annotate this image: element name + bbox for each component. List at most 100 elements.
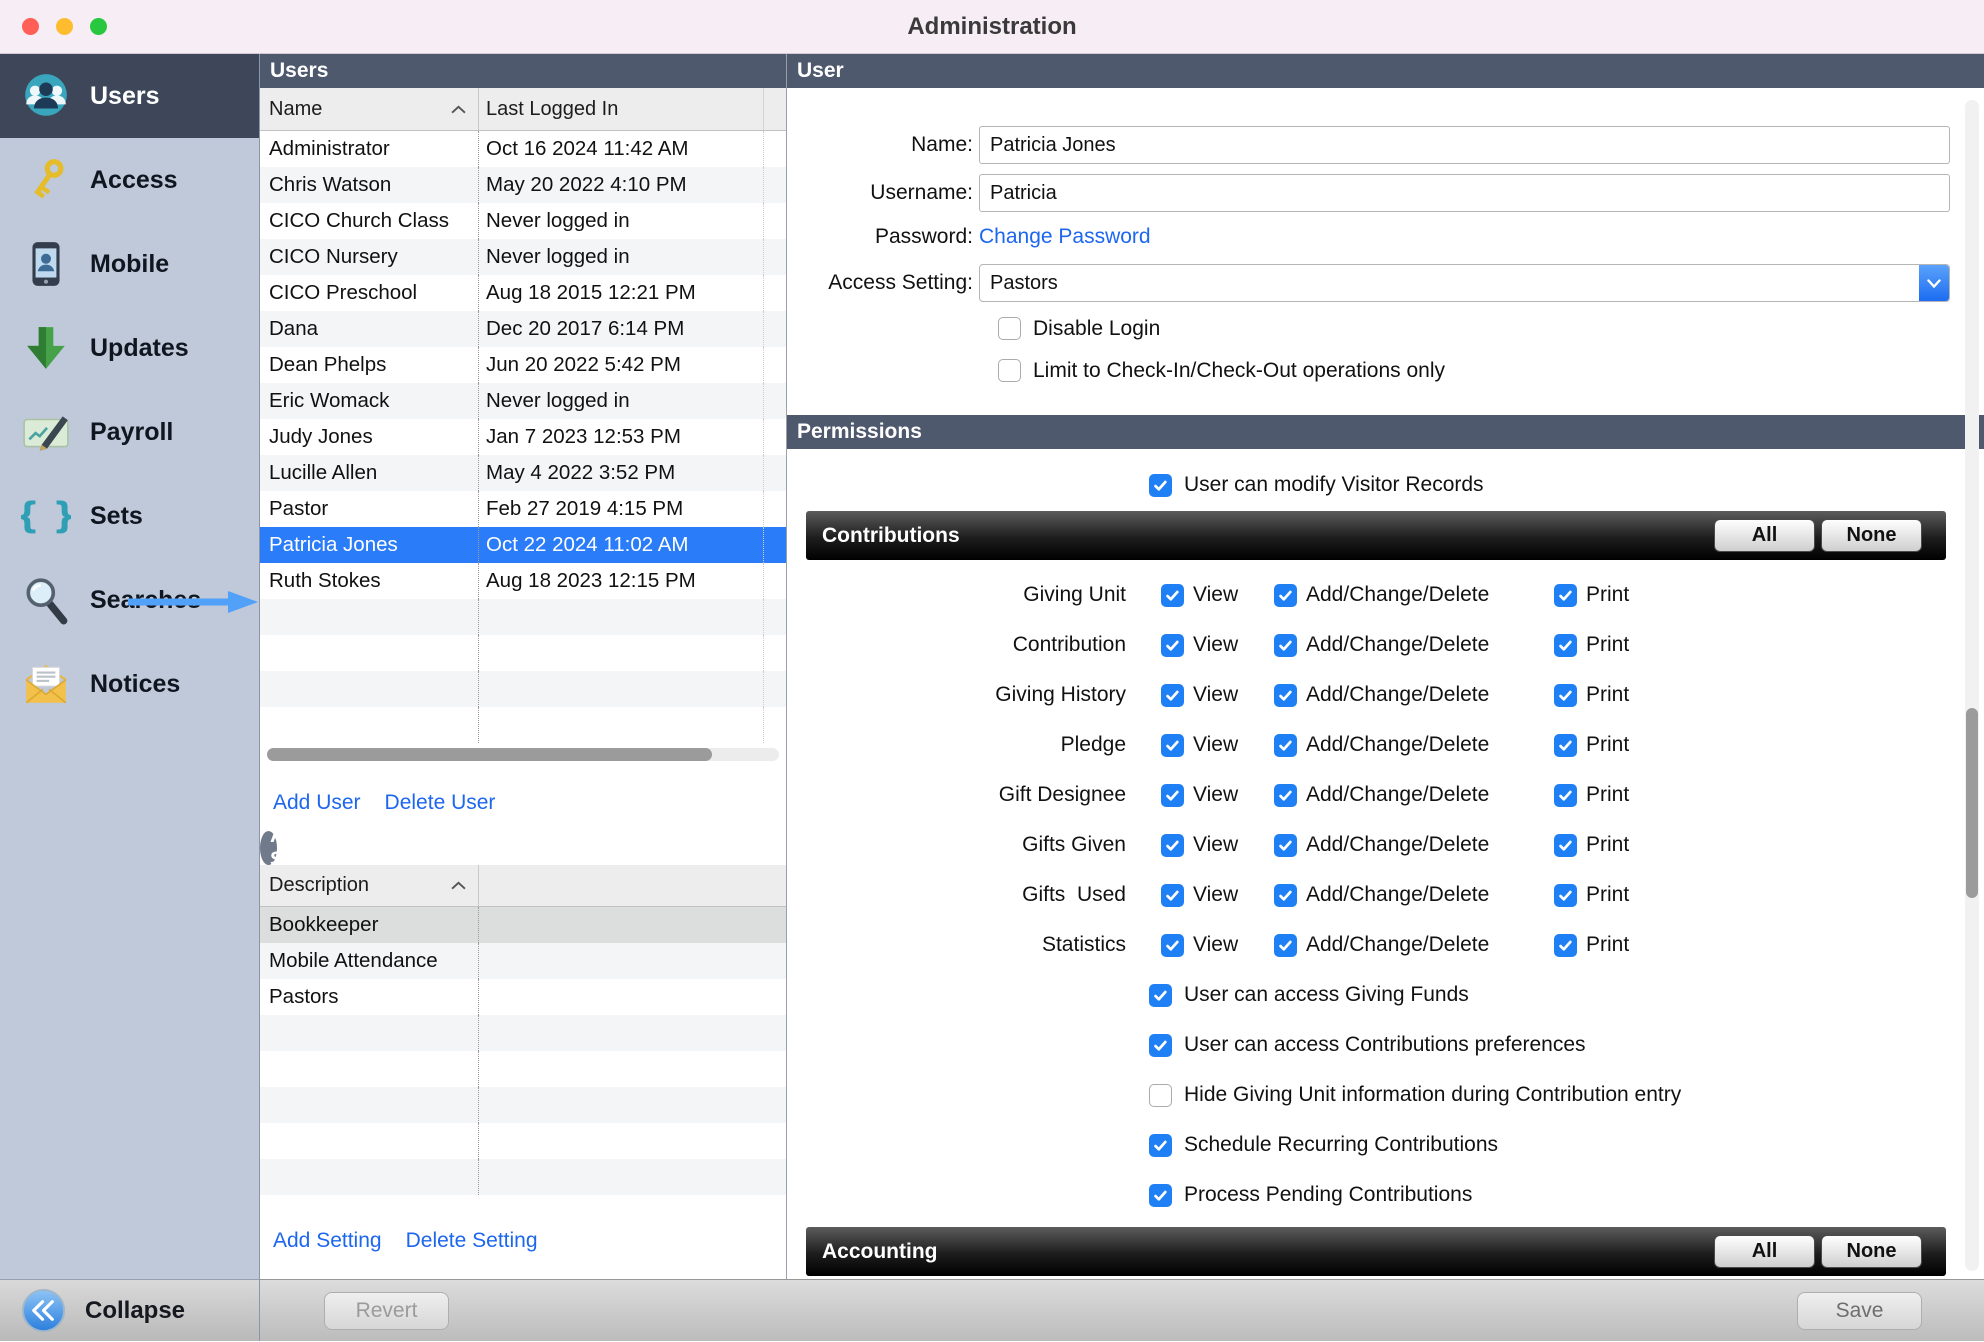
permission-checkbox[interactable] <box>1161 884 1184 907</box>
permission-checkbox[interactable] <box>1161 934 1184 957</box>
permission-checkbox[interactable] <box>1274 784 1297 807</box>
permission-row: Giving HistoryViewAdd/Change/DeletePrint <box>787 670 1984 720</box>
permission-checkbox[interactable] <box>1554 934 1577 957</box>
permission-checkbox[interactable] <box>1274 684 1297 707</box>
permission-checkbox[interactable] <box>1161 784 1184 807</box>
chevron-down-icon[interactable] <box>1919 265 1949 301</box>
name-field[interactable] <box>979 126 1950 164</box>
user-row[interactable]: Patricia JonesOct 22 2024 11:02 AM <box>260 527 786 563</box>
save-button[interactable]: Save <box>1797 1292 1922 1330</box>
sidebar-item-searches[interactable]: Searches <box>0 558 259 642</box>
checkbox-label: User can access Giving Funds <box>1184 983 1469 1007</box>
vertical-scrollbar-track[interactable] <box>1965 100 1979 1271</box>
permission-checkbox[interactable] <box>1554 684 1577 707</box>
column-header-name[interactable]: Name <box>260 88 478 130</box>
permission-checkbox[interactable] <box>1554 634 1577 657</box>
zoom-window-button[interactable] <box>90 18 107 35</box>
accounting-all-button[interactable]: All <box>1714 1235 1815 1268</box>
download-arrow-icon <box>18 320 74 376</box>
minimize-window-button[interactable] <box>56 18 73 35</box>
user-row[interactable]: AdministratorOct 16 2024 11:42 AM <box>260 131 786 167</box>
scrollbar-thumb[interactable] <box>267 748 712 761</box>
user-row[interactable]: CICO NurseryNever logged in <box>260 239 786 275</box>
sidebar-item-mobile[interactable]: Mobile <box>0 222 259 306</box>
checkbox[interactable] <box>1149 1184 1172 1207</box>
setting-row[interactable]: Bookkeeper <box>260 907 786 943</box>
delete-user-link[interactable]: Delete User <box>385 791 496 815</box>
permission-row: Giving UnitViewAdd/Change/DeletePrint <box>787 570 1984 620</box>
contributions-none-button[interactable]: None <box>1821 519 1922 552</box>
user-name-cell: CICO Preschool <box>260 275 478 311</box>
sidebar-item-notices[interactable]: Notices <box>0 642 259 726</box>
checkbox-label: User can modify Visitor Records <box>1184 473 1484 497</box>
permission-checkbox[interactable] <box>1554 734 1577 757</box>
permission-checkbox[interactable] <box>1554 784 1577 807</box>
add-setting-link[interactable]: Add Setting <box>273 1229 382 1253</box>
column-header-description[interactable]: Description <box>260 865 478 906</box>
column-header-name-label: Name <box>269 98 322 121</box>
user-row[interactable]: Judy JonesJan 7 2023 12:53 PM <box>260 419 786 455</box>
sidebar-item-users[interactable]: Users <box>0 54 259 138</box>
user-row[interactable]: Lucille AllenMay 4 2022 3:52 PM <box>260 455 786 491</box>
checkbox[interactable] <box>1149 1084 1172 1107</box>
permission-checkbox[interactable] <box>1274 584 1297 607</box>
setting-row[interactable]: Pastors <box>260 979 786 1015</box>
accounting-none-button[interactable]: None <box>1821 1235 1922 1268</box>
permission-checkbox[interactable] <box>1161 584 1184 607</box>
access-setting-select[interactable]: Pastors <box>979 264 1950 302</box>
permission-checkbox[interactable] <box>1161 684 1184 707</box>
permission-checkbox[interactable] <box>1161 734 1184 757</box>
checkbox[interactable] <box>1149 984 1172 1007</box>
revert-button[interactable]: Revert <box>324 1292 449 1330</box>
permission-row: PledgeViewAdd/Change/DeletePrint <box>787 720 1984 770</box>
user-row[interactable]: Dean PhelpsJun 20 2022 5:42 PM <box>260 347 786 383</box>
vertical-scrollbar-thumb[interactable] <box>1966 708 1978 898</box>
permission-checkbox[interactable] <box>1274 934 1297 957</box>
user-row[interactable]: PastorFeb 27 2019 4:15 PM <box>260 491 786 527</box>
username-field[interactable] <box>979 174 1950 212</box>
user-row[interactable]: Chris WatsonMay 20 2022 4:10 PM <box>260 167 786 203</box>
contributions-grid: Giving UnitViewAdd/Change/DeletePrintCon… <box>787 570 1984 970</box>
sidebar-item-payroll[interactable]: Payroll <box>0 390 259 474</box>
checkbox[interactable] <box>1149 1034 1172 1057</box>
column-header-last-logged-in[interactable]: Last Logged In <box>478 88 763 130</box>
permission-cell: Add/Change/Delete <box>1274 933 1554 957</box>
change-password-link[interactable]: Change Password <box>979 225 1151 249</box>
close-window-button[interactable] <box>22 18 39 35</box>
permission-checkbox[interactable] <box>1274 634 1297 657</box>
setting-row[interactable]: Mobile Attendance <box>260 943 786 979</box>
settings-actions: Add Setting Delete Setting <box>260 1195 786 1253</box>
permission-checkbox[interactable] <box>1274 834 1297 857</box>
user-panel-title: User <box>797 59 844 83</box>
permission-checkbox[interactable] <box>1554 834 1577 857</box>
add-user-link[interactable]: Add User <box>273 791 361 815</box>
user-row[interactable]: DanaDec 20 2017 6:14 PM <box>260 311 786 347</box>
permission-checkbox[interactable] <box>1161 634 1184 657</box>
username-row: Username: <box>787 174 1984 212</box>
user-row[interactable]: CICO Church ClassNever logged in <box>260 203 786 239</box>
contributions-all-button[interactable]: All <box>1714 519 1815 552</box>
permission-checkbox[interactable] <box>1161 834 1184 857</box>
permission-checkbox[interactable] <box>1554 584 1577 607</box>
visitor-records-checkbox[interactable] <box>1149 474 1172 497</box>
sidebar-item-updates[interactable]: Updates <box>0 306 259 390</box>
collapse-bar[interactable]: Collapse <box>0 1279 259 1341</box>
checkbox[interactable] <box>998 317 1021 340</box>
checkbox-label: View <box>1193 933 1238 957</box>
checkbox[interactable] <box>998 359 1021 382</box>
users-panel: Users Name Last Logged In AdministratorO… <box>260 54 787 1279</box>
scrollbar-track[interactable] <box>267 748 779 761</box>
permission-checkbox[interactable] <box>1554 884 1577 907</box>
sidebar-item-sets[interactable]: { } Sets <box>0 474 259 558</box>
permission-checkbox[interactable] <box>1274 734 1297 757</box>
permission-cell: View <box>1161 783 1274 807</box>
delete-setting-link[interactable]: Delete Setting <box>406 1229 538 1253</box>
user-row[interactable]: CICO PreschoolAug 18 2015 12:21 PM <box>260 275 786 311</box>
checkbox[interactable] <box>1149 1134 1172 1157</box>
permission-option-row: Schedule Recurring Contributions <box>1149 1120 1984 1170</box>
user-row[interactable]: Ruth StokesAug 18 2023 12:15 PM <box>260 563 786 599</box>
permission-checkbox[interactable] <box>1274 884 1297 907</box>
users-horizontal-scrollbar[interactable] <box>260 743 786 765</box>
user-row[interactable]: Eric WomackNever logged in <box>260 383 786 419</box>
sidebar-item-access[interactable]: Access <box>0 138 259 222</box>
